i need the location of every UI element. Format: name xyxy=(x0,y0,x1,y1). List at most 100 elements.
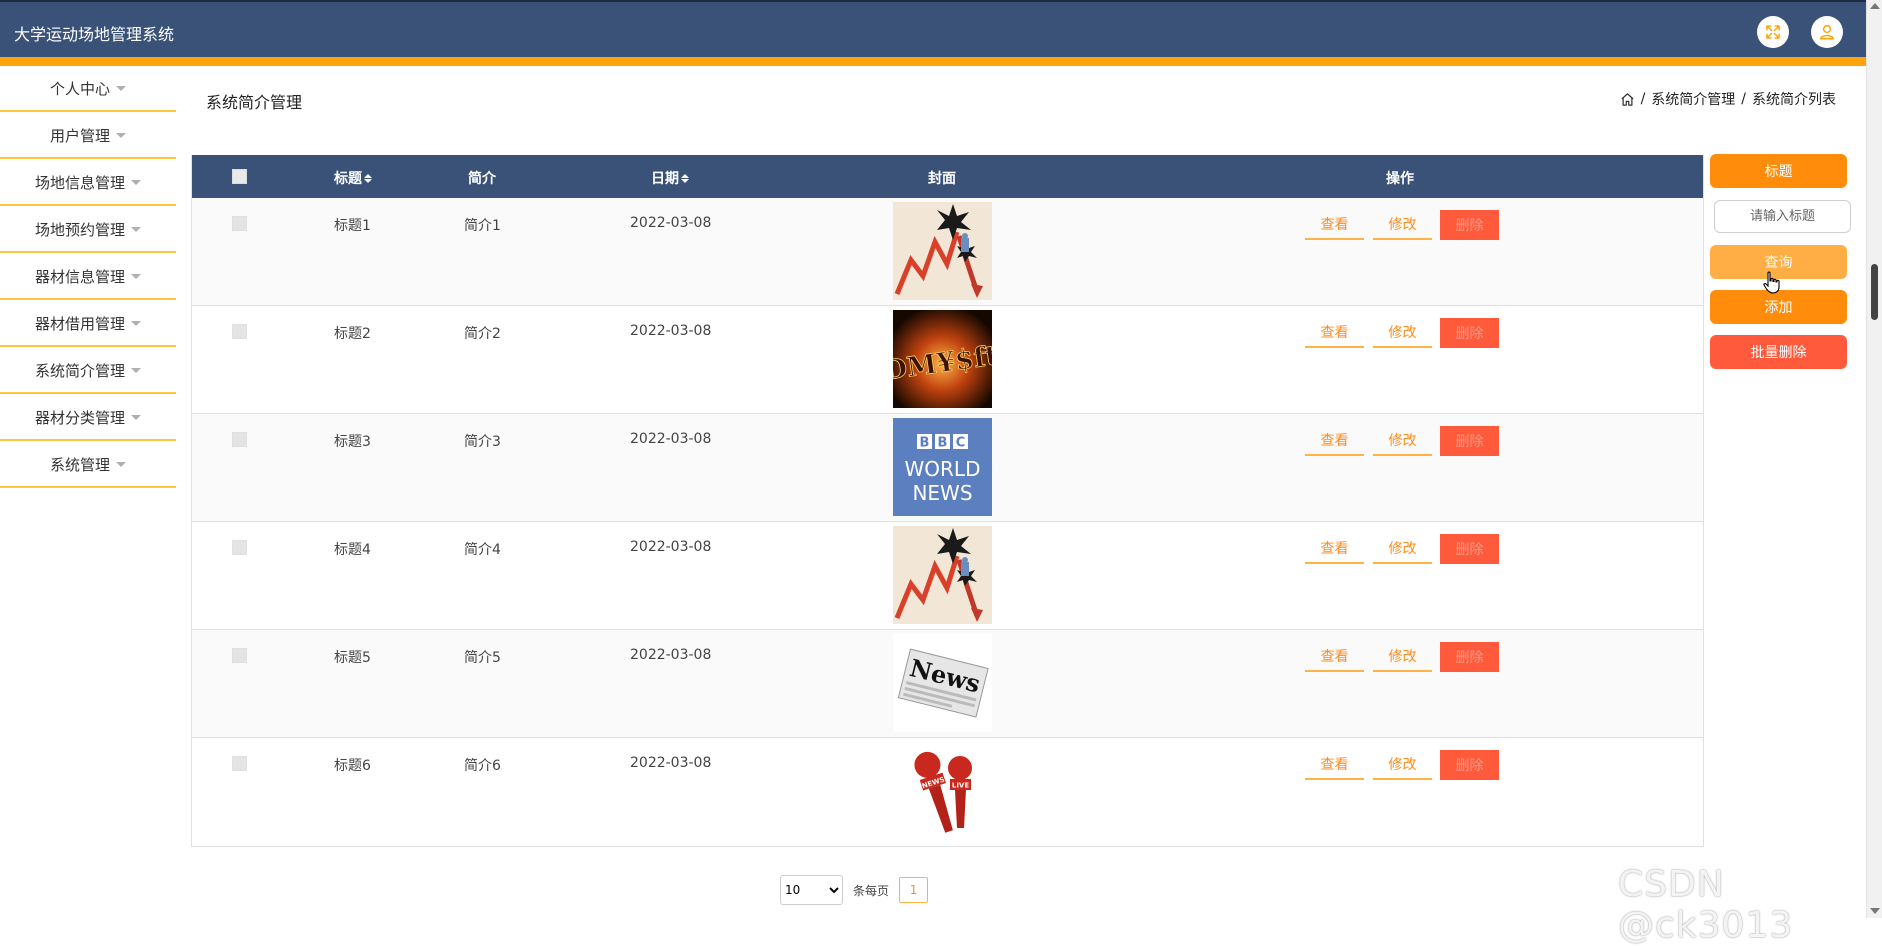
cell-title: 标题2 xyxy=(334,326,371,342)
edit-button[interactable]: 修改 xyxy=(1373,750,1432,780)
caret-down-icon xyxy=(116,85,126,91)
cell-date: 2022-03-08 xyxy=(630,323,712,339)
sidebar-item-equipment-borrow[interactable]: 器材借用管理 xyxy=(0,301,176,347)
sidebar-item-label: 用户管理 xyxy=(49,126,110,145)
caret-down-icon xyxy=(131,179,141,185)
delete-button[interactable]: 删除 xyxy=(1440,642,1499,672)
delete-button[interactable]: 删除 xyxy=(1440,318,1499,348)
table-row: 标题3 简介3 2022-03-08 B B C WORLD NEWS 查看 修… xyxy=(192,414,1703,522)
cover-image-bbc-world-news: B B C WORLD NEWS xyxy=(893,418,992,516)
view-button[interactable]: 查看 xyxy=(1305,426,1364,456)
per-page-label: 条每页 xyxy=(853,883,890,898)
cell-intro: 简介1 xyxy=(464,218,501,234)
sidebar-item-equipment-info[interactable]: 器材信息管理 xyxy=(0,254,176,300)
sidebar-item-label: 个人中心 xyxy=(49,79,110,98)
edit-button[interactable]: 修改 xyxy=(1373,534,1432,564)
column-header-ops: 操作 xyxy=(1386,168,1414,188)
delete-button[interactable]: 删除 xyxy=(1440,426,1499,456)
cell-date: 2022-03-08 xyxy=(630,431,712,447)
page-size-select[interactable]: 10 xyxy=(780,875,843,905)
title-search-input[interactable] xyxy=(1714,200,1851,233)
user-button[interactable] xyxy=(1811,16,1843,48)
cell-date: 2022-03-08 xyxy=(630,539,712,555)
sort-icon xyxy=(681,173,689,183)
sidebar-item-personal-center[interactable]: 个人中心 xyxy=(0,66,176,112)
edit-button[interactable]: 修改 xyxy=(1373,426,1432,456)
view-button[interactable]: 查看 xyxy=(1305,534,1364,564)
caret-down-icon xyxy=(131,273,141,279)
delete-button[interactable]: 删除 xyxy=(1440,750,1499,780)
column-header-label: 标题 xyxy=(334,171,362,187)
sort-icon xyxy=(364,173,372,183)
edit-button[interactable]: 修改 xyxy=(1373,642,1432,672)
sidebar-item-label: 器材信息管理 xyxy=(34,267,125,286)
sidebar-item-system-management[interactable]: 系统管理 xyxy=(0,442,176,488)
breadcrumb-item[interactable]: 系统简介管理 xyxy=(1651,89,1735,109)
top-header-bar: 大学运动场地管理系统 xyxy=(0,0,1866,57)
cover-mic-live-text: LIVE xyxy=(952,782,969,790)
cell-title: 标题4 xyxy=(334,542,371,558)
row-checkbox[interactable] xyxy=(232,432,247,447)
scroll-up-icon[interactable] xyxy=(1870,3,1880,9)
fullscreen-button[interactable] xyxy=(1757,16,1789,48)
view-button[interactable]: 查看 xyxy=(1305,318,1364,348)
vertical-scrollbar[interactable] xyxy=(1866,0,1882,918)
cover-image-news-paper: News xyxy=(893,634,992,732)
sidebar-item-label: 系统管理 xyxy=(49,455,110,474)
cell-intro: 简介4 xyxy=(464,542,501,558)
cell-title: 标题3 xyxy=(334,434,371,450)
sidebar-item-venue-booking[interactable]: 场地预约管理 xyxy=(0,207,176,253)
bulk-delete-button[interactable]: 批量删除 xyxy=(1710,335,1847,369)
sidebar-item-label: 器材分类管理 xyxy=(34,408,125,427)
caret-down-icon xyxy=(131,367,141,373)
breadcrumb-separator: / xyxy=(1640,91,1646,107)
add-button[interactable]: 添加 xyxy=(1710,290,1847,324)
cell-date: 2022-03-08 xyxy=(630,647,712,663)
edit-button[interactable]: 修改 xyxy=(1373,210,1432,240)
sidebar-item-label: 器材借用管理 xyxy=(34,314,125,333)
column-header-title[interactable]: 标题 xyxy=(334,168,372,188)
cell-date: 2022-03-08 xyxy=(630,215,712,231)
row-checkbox[interactable] xyxy=(232,648,247,663)
row-checkbox[interactable] xyxy=(232,216,247,231)
scroll-thumb[interactable] xyxy=(1871,264,1878,320)
table-body: 标题1 简介1 2022-03-08 查看 修改 删除 标题2 简介2 2022… xyxy=(192,198,1703,846)
sidebar-item-system-intro[interactable]: 系统简介管理 xyxy=(0,348,176,394)
row-checkbox[interactable] xyxy=(232,324,247,339)
sidebar-item-venue-info[interactable]: 场地信息管理 xyxy=(0,160,176,206)
cover-bbc-letter: B xyxy=(920,436,930,451)
user-icon xyxy=(1819,24,1835,40)
page-title: 系统简介管理 xyxy=(206,93,303,112)
view-button[interactable]: 查看 xyxy=(1305,750,1364,780)
table-row: 标题6 简介6 2022-03-08 NEWS LIVE 查看 修改 删除 xyxy=(192,738,1703,846)
select-all-checkbox[interactable] xyxy=(232,169,247,184)
cover-bbc-letter: C xyxy=(956,436,966,451)
edit-button[interactable]: 修改 xyxy=(1373,318,1432,348)
caret-down-icon xyxy=(116,461,126,467)
column-header-date[interactable]: 日期 xyxy=(651,168,689,188)
cover-news-text: NEWS xyxy=(912,481,972,505)
table-header: 标题 简介 日期 封面 操作 xyxy=(192,155,1703,198)
row-checkbox[interactable] xyxy=(232,540,247,555)
row-checkbox[interactable] xyxy=(232,756,247,771)
table-row: 标题2 简介2 2022-03-08 DM¥$ft 查看 修改 删除 xyxy=(192,306,1703,414)
breadcrumb-separator: / xyxy=(1741,91,1746,107)
view-button[interactable]: 查看 xyxy=(1305,210,1364,240)
sidebar-item-equipment-category[interactable]: 器材分类管理 xyxy=(0,395,176,441)
cell-intro: 简介6 xyxy=(464,758,501,774)
cell-intro: 简介3 xyxy=(464,434,501,450)
sidebar-item-label: 系统简介管理 xyxy=(34,361,125,380)
delete-button[interactable]: 删除 xyxy=(1440,534,1499,564)
column-header-intro: 简介 xyxy=(468,168,496,188)
watermark: CSDN @ck3013 xyxy=(1618,864,1794,946)
cell-intro: 简介5 xyxy=(464,650,501,666)
hand-pointer-icon xyxy=(1763,271,1780,294)
delete-button[interactable]: 删除 xyxy=(1440,210,1499,240)
fullscreen-icon xyxy=(1766,25,1780,39)
page-number-button[interactable]: 1 xyxy=(899,877,929,903)
view-button[interactable]: 查看 xyxy=(1305,642,1364,672)
sidebar-item-user-management[interactable]: 用户管理 xyxy=(0,113,176,159)
home-icon[interactable] xyxy=(1620,92,1635,107)
title-filter-label: 标题 xyxy=(1710,154,1847,188)
header-accent-stripe xyxy=(0,57,1866,66)
